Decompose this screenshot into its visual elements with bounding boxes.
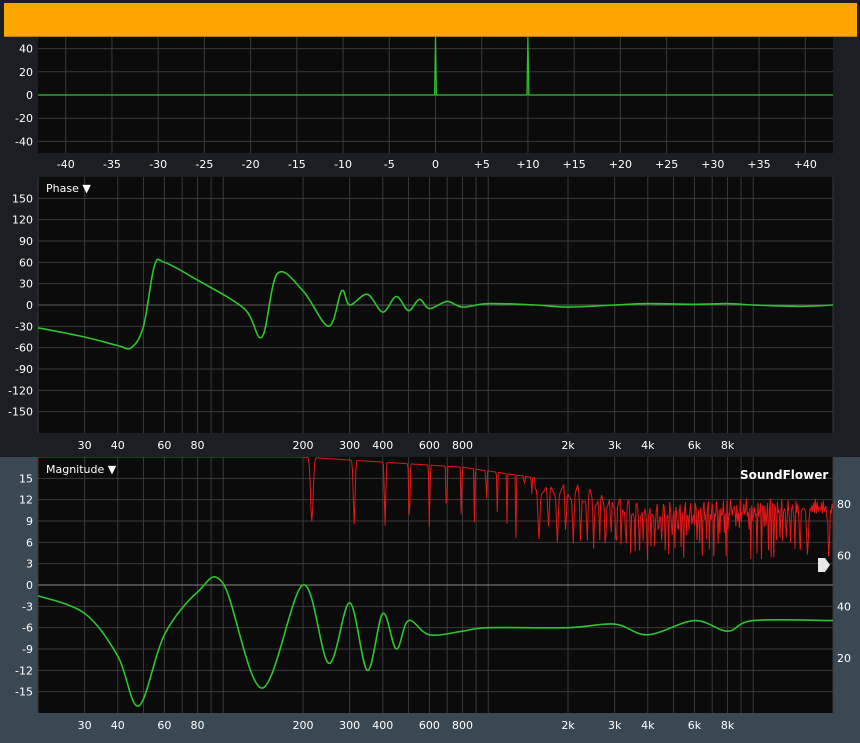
- y-tick-label: -3: [22, 600, 33, 613]
- x-tick-label: 60: [157, 439, 171, 452]
- y-tick-label: 0: [26, 89, 33, 102]
- x-tick-label: 2k: [561, 719, 575, 732]
- y-tick-label: 6: [26, 536, 33, 549]
- y-tick-label: -60: [15, 342, 33, 355]
- x-tick-label: 40: [111, 719, 125, 732]
- x-tick-label: 3k: [608, 719, 622, 732]
- y-tick-label: -20: [15, 112, 33, 125]
- right-tick-label: 60: [837, 549, 851, 562]
- x-tick-label: -40: [57, 158, 75, 171]
- x-tick-label: +25: [655, 158, 678, 171]
- x-tick-label: 80: [191, 719, 205, 732]
- y-tick-label: 9: [26, 515, 33, 528]
- y-tick-label: 120: [12, 214, 33, 227]
- impulse-panel: 40 20 0 -20 -40 -40 -35 -30 -25 -20 -15 -10 -5 0 +5 +10…: [0, 37, 860, 177]
- y-tick-label: -120: [8, 384, 33, 397]
- x-tick-label: 4k: [641, 719, 655, 732]
- magnitude-menu-button[interactable]: Magnitude ▼: [46, 463, 116, 476]
- y-tick-label: 3: [26, 558, 33, 571]
- y-tick-label: -40: [15, 135, 33, 148]
- x-tick-label: +5: [474, 158, 490, 171]
- x-tick-label: +40: [794, 158, 817, 171]
- y-tick-label: 40: [19, 43, 33, 56]
- x-tick-label: +10: [516, 158, 539, 171]
- x-tick-label: +35: [747, 158, 770, 171]
- x-tick-label: 8k: [721, 439, 735, 452]
- phase-panel: 150 120 90 60 30 0 -30 -60 -90 -120 -150 30 40 60 80 20…: [0, 177, 860, 457]
- x-tick-label: -30: [149, 158, 167, 171]
- right-tick-label: 20: [837, 652, 851, 665]
- level-handle-icon[interactable]: [817, 557, 831, 573]
- y-tick-label: 15: [19, 472, 33, 485]
- x-tick-label: 6k: [688, 439, 702, 452]
- x-tick-label: 30: [78, 719, 92, 732]
- x-tick-label: +20: [609, 158, 632, 171]
- y-tick-label: 60: [19, 256, 33, 269]
- x-tick-label: +15: [563, 158, 586, 171]
- x-tick-label: 3k: [608, 439, 622, 452]
- x-tick-label: 300: [339, 719, 360, 732]
- title-bar: [4, 3, 857, 37]
- y-tick-label: 150: [12, 192, 33, 205]
- y-tick-label: -30: [15, 320, 33, 333]
- right-tick-label: 40: [837, 601, 851, 614]
- x-tick-label: 4k: [641, 439, 655, 452]
- x-tick-label: 600: [419, 719, 440, 732]
- impulse-chart: 40 20 0 -20 -40 -40 -35 -30 -25 -20 -15 -10 -5 0 +5 +10…: [15, 37, 833, 171]
- x-tick-label: 300: [339, 439, 360, 452]
- x-tick-label: 30: [78, 439, 92, 452]
- y-tick-label: 90: [19, 235, 33, 248]
- y-tick-label: 0: [26, 299, 33, 312]
- x-tick-label: 2k: [561, 439, 575, 452]
- x-tick-label: -25: [195, 158, 213, 171]
- y-tick-label: -12: [15, 664, 33, 677]
- y-tick-label: -6: [22, 622, 33, 635]
- x-tick-label: 400: [372, 719, 393, 732]
- x-tick-label: 8k: [721, 719, 735, 732]
- phase-menu-button[interactable]: Phase ▼: [46, 182, 91, 195]
- x-tick-label: +30: [701, 158, 724, 171]
- y-tick-label: 12: [19, 494, 33, 507]
- x-tick-label: 40: [111, 439, 125, 452]
- x-tick-label: -5: [384, 158, 395, 171]
- y-tick-label: 20: [19, 66, 33, 79]
- phase-chart: 1501209060300-30-60-90-120-15030 40 60 80 20…: [8, 177, 834, 452]
- x-tick-label: 800: [452, 719, 473, 732]
- y-tick-label: -15: [15, 686, 33, 699]
- y-tick-label: -9: [22, 643, 33, 656]
- y-tick-label: 0: [26, 579, 33, 592]
- x-tick-label: 200: [293, 439, 314, 452]
- x-tick-label: 6k: [688, 719, 702, 732]
- x-tick-label: 400: [372, 439, 393, 452]
- x-tick-label: 80: [191, 439, 205, 452]
- right-tick-label: 80: [837, 498, 851, 511]
- x-tick-label: -35: [103, 158, 121, 171]
- source-label: SoundFlower: [740, 468, 829, 482]
- x-tick-label: 0: [432, 158, 439, 171]
- x-tick-label: -20: [242, 158, 260, 171]
- y-tick-label: -90: [15, 363, 33, 376]
- x-tick-label: -15: [288, 158, 306, 171]
- y-tick-label: 30: [19, 278, 33, 291]
- magnitude-chart: 15129630-3-6-9-12-1530 40 60 80 200 300 400 600…: [15, 457, 851, 732]
- x-tick-label: 200: [293, 719, 314, 732]
- x-tick-label: -10: [334, 158, 352, 171]
- y-tick-label: -150: [8, 406, 33, 419]
- x-tick-label: 600: [419, 439, 440, 452]
- x-tick-label: 60: [157, 719, 171, 732]
- x-tick-label: 800: [452, 439, 473, 452]
- magnitude-panel: 15 12 9 6 3 0 -3 -6 -9 -12 -15 30 40 60 80 200 300 400 600…: [0, 457, 860, 743]
